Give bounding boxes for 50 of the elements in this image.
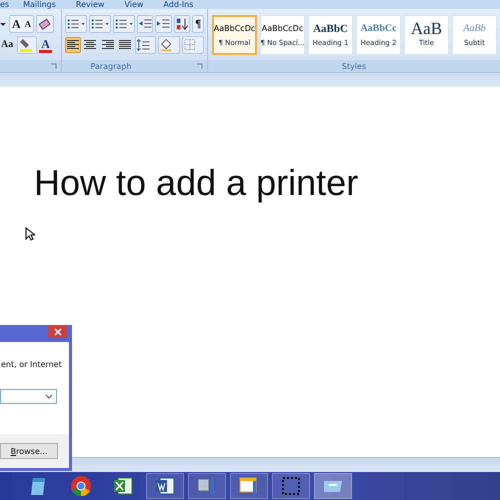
decrease-indent-icon[interactable]	[136, 15, 154, 33]
list-icon[interactable]	[65, 15, 87, 33]
highlighter-icon[interactable]	[17, 36, 38, 54]
dropdown-field[interactable]	[0, 389, 57, 404]
ribbon-tab[interactable]: Add-Ins	[163, 1, 194, 9]
align-icon	[118, 40, 131, 50]
style-preview: AaB	[410, 22, 442, 34]
group-label: Styles	[342, 62, 366, 70]
line-spacing-icon[interactable]	[134, 36, 156, 54]
grow-font-button[interactable]: A	[10, 16, 23, 32]
document-icon	[154, 475, 176, 497]
close-icon	[54, 328, 62, 336]
style-preview: AaBbCcDc	[262, 22, 304, 34]
dashed-rectangle-icon	[280, 475, 302, 497]
ribbon-tab[interactable]: Review	[76, 1, 104, 9]
show-formatting-button[interactable]: ¶	[192, 15, 204, 33]
style-preview: AaBb	[463, 22, 486, 34]
change-case-button[interactable]: Aa	[0, 37, 16, 53]
font-color-button[interactable]: A	[39, 38, 52, 52]
dropdown-caret-icon[interactable]	[0, 20, 7, 28]
style-preview: AaBbCcDc	[214, 22, 255, 34]
style-preview: AaBbC	[313, 22, 348, 34]
ribbon-tab[interactable]: View	[124, 1, 144, 9]
align-icon	[84, 40, 96, 50]
ribbon-tab[interactable]: Mailings	[23, 1, 56, 9]
group-label: Paragraph	[90, 62, 132, 70]
taskbar-button[interactable]	[272, 473, 310, 499]
align-button[interactable]	[65, 37, 81, 53]
chrome-icon	[70, 475, 92, 497]
taskbar-button[interactable]	[146, 473, 184, 499]
style-preview: AaBbCc	[360, 22, 397, 34]
align-icon	[102, 40, 114, 50]
browse-button[interactable]: Browse...	[0, 443, 58, 459]
sort-icon[interactable]	[174, 15, 190, 33]
increase-indent-icon[interactable]	[155, 15, 172, 33]
spreadsheet-icon	[112, 475, 134, 497]
paint-bucket-icon[interactable]	[158, 36, 180, 54]
ribbon-tab[interactable]: es	[0, 1, 10, 9]
list-icon[interactable]	[112, 15, 135, 33]
dialog-text: ent, or Internet	[0, 360, 63, 369]
align-icon	[66, 40, 79, 50]
eraser-icon[interactable]	[36, 15, 54, 33]
taskbar-button[interactable]	[188, 473, 226, 499]
chevron-down-icon	[45, 394, 53, 400]
list-icon[interactable]	[88, 15, 111, 33]
close-button[interactable]	[48, 325, 67, 338]
taskbar-button[interactable]	[230, 473, 268, 499]
mouse-cursor-icon	[25, 227, 35, 241]
document-heading: How to add a printer	[34, 162, 358, 204]
shrink-font-button[interactable]: A	[22, 16, 34, 32]
